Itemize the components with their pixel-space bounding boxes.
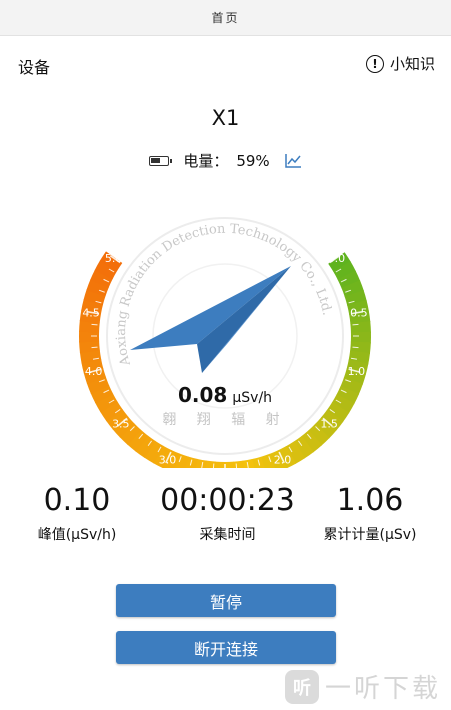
info-circle-icon: ! xyxy=(365,54,384,73)
gauge-tick-label: 2.0 xyxy=(274,453,292,466)
watermark-logo: 听 xyxy=(284,669,319,704)
watermark-cn: 翱 翔 辐 射 xyxy=(162,412,287,428)
device-name: X1 xyxy=(211,106,240,130)
gauge-tick-label: 4.5 xyxy=(82,306,100,319)
battery-value: 59% xyxy=(236,151,270,170)
pause-button[interactable]: 暂停 xyxy=(116,584,336,617)
gauge-tick-label: 3.0 xyxy=(159,453,177,466)
collection-time-stat: 00:00:23 采集时间 xyxy=(140,482,315,544)
gauge-tick-label: 4.0 xyxy=(85,365,103,378)
gauge-tick xyxy=(91,346,98,349)
gauge-tick-label: 0.5 xyxy=(350,306,368,319)
gauge-tick xyxy=(352,323,359,326)
peak-value: 0.10 xyxy=(43,483,111,518)
top-app-bar: 首页 xyxy=(0,0,451,36)
line-chart-icon[interactable] xyxy=(284,153,302,169)
watermark-text: 一听下载 xyxy=(324,674,441,704)
gauge-tick xyxy=(212,463,215,468)
site-watermark: 听 一听下载 xyxy=(284,668,441,705)
gauge-tick-label: 1.0 xyxy=(348,365,366,378)
battery-status: 电量： 59% xyxy=(0,150,451,171)
gauge-arc-segment xyxy=(350,321,371,334)
gauge-tick xyxy=(352,346,359,349)
knowledge-label: 小知识 xyxy=(389,55,435,73)
cumulative-dose-label: 累计计量(µSv) xyxy=(323,527,417,543)
device-label: 设备 xyxy=(18,58,51,77)
gauge-tick-label: 3.5 xyxy=(112,417,130,430)
gauge-tick-label: 0.0 xyxy=(328,252,346,265)
collection-time-value: 00:00:23 xyxy=(160,483,295,518)
radiation-gauge: Aoxiang Radiation Detection Technology C… xyxy=(79,217,371,468)
gauge-tick-label: 2.5 xyxy=(216,466,234,468)
disconnect-button[interactable]: 断开连接 xyxy=(116,631,336,664)
dose-rate-unit: µSv/h xyxy=(232,390,272,406)
dose-rate-value: 0.08 xyxy=(178,383,227,407)
cumulative-dose-stat: 1.06 累计计量(µSv) xyxy=(307,482,433,544)
gauge-arc-segment xyxy=(79,330,100,343)
battery-label: 电量： xyxy=(183,152,229,170)
dose-rate-reading: 0.08 µSv/h xyxy=(178,383,272,407)
header-bar: 设备 ! 小知识 xyxy=(0,48,451,82)
knowledge-button[interactable]: ! 小知识 xyxy=(365,53,435,74)
gauge-tick xyxy=(91,323,98,326)
cumulative-dose-value: 1.06 xyxy=(336,483,404,518)
gauge-tick-label: 1.5 xyxy=(320,417,338,430)
page-title: 首页 xyxy=(211,11,240,25)
gauge-tick xyxy=(235,463,238,468)
peak-stat: 0.10 峰值(µSv/h) xyxy=(22,482,132,544)
stats-panel: 0.10 峰值(µSv/h) 00:00:23 采集时间 1.06 累计计量(µ… xyxy=(0,482,451,552)
gauge-tick-label: 5.0 xyxy=(105,252,123,265)
peak-label: 峰值(µSv/h) xyxy=(37,527,117,543)
collection-time-label: 采集时间 xyxy=(199,527,256,543)
battery-icon xyxy=(149,155,173,166)
